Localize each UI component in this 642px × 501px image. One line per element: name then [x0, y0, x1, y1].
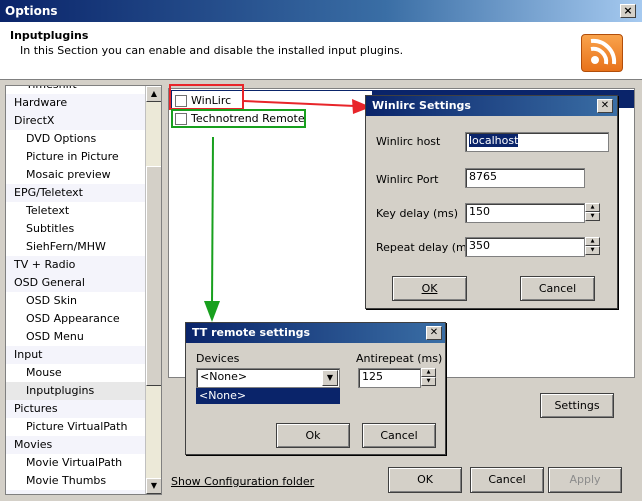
winlirc-cancel-button[interactable]: Cancel — [520, 276, 595, 301]
repeat-delay-input[interactable]: 350 — [465, 237, 585, 257]
antirepeat-input[interactable]: 125 — [358, 368, 421, 388]
settings-button[interactable]: Settings — [540, 393, 614, 418]
spin-down-icon[interactable]: ▼ — [585, 212, 600, 221]
winlirc-dialog-title: Winlirc Settings — [366, 96, 617, 116]
apply-button[interactable]: Apply — [548, 467, 622, 493]
spin-up-icon[interactable]: ▲ — [421, 368, 436, 377]
tt-dialog-title: TT remote settings — [186, 323, 445, 343]
key-delay-spinner[interactable]: ▲ ▼ — [585, 203, 600, 221]
devices-selected-value: <None> — [200, 370, 248, 383]
winlirc-ok-button[interactable]: OK — [392, 276, 467, 301]
winlirc-port-input[interactable]: 8765 — [465, 168, 585, 188]
winlirc-host-value: localhost — [469, 134, 519, 147]
spin-up-icon[interactable]: ▲ — [585, 203, 600, 212]
key-delay-label: Key delay (ms) — [376, 207, 459, 220]
winlirc-host-input[interactable]: localhost — [465, 132, 609, 152]
winlirc-settings-dialog: Winlirc Settings ✕ Winlirc host localhos… — [365, 95, 618, 309]
tt-remote-settings-dialog: TT remote settings ✕ Devices <None> ▼ <N… — [185, 322, 446, 455]
winlirc-close-icon[interactable]: ✕ — [597, 99, 613, 113]
devices-option[interactable]: <None> — [196, 388, 340, 404]
winlirc-cancel-label: Cancel — [538, 282, 577, 295]
spin-down-icon[interactable]: ▼ — [585, 246, 600, 255]
key-delay-input[interactable]: 150 — [465, 203, 585, 223]
winlirc-port-label: Winlirc Port — [376, 173, 439, 186]
repeat-delay-label: Repeat delay (ms) — [376, 241, 477, 254]
antirepeat-spinner[interactable]: ▲ ▼ — [421, 368, 436, 386]
winlirc-host-label: Winlirc host — [376, 135, 441, 148]
spin-up-icon[interactable]: ▲ — [585, 237, 600, 246]
repeat-delay-spinner[interactable]: ▲ ▼ — [585, 237, 600, 255]
devices-label: Devices — [196, 352, 240, 365]
tt-close-icon[interactable]: ✕ — [426, 326, 442, 340]
show-config-folder-link[interactable]: Show Configuration folder — [171, 475, 314, 488]
devices-select[interactable]: <None> ▼ — [196, 368, 340, 388]
winlirc-ok-label: OK — [421, 282, 438, 295]
antirepeat-label: Antirepeat (ms) — [356, 352, 443, 365]
tt-cancel-button[interactable]: Cancel — [362, 423, 436, 448]
ok-button[interactable]: OK — [388, 467, 462, 493]
cancel-button[interactable]: Cancel — [470, 467, 544, 493]
chevron-down-icon[interactable]: ▼ — [322, 370, 338, 386]
spin-down-icon[interactable]: ▼ — [421, 377, 436, 386]
tt-ok-button[interactable]: Ok — [276, 423, 350, 448]
